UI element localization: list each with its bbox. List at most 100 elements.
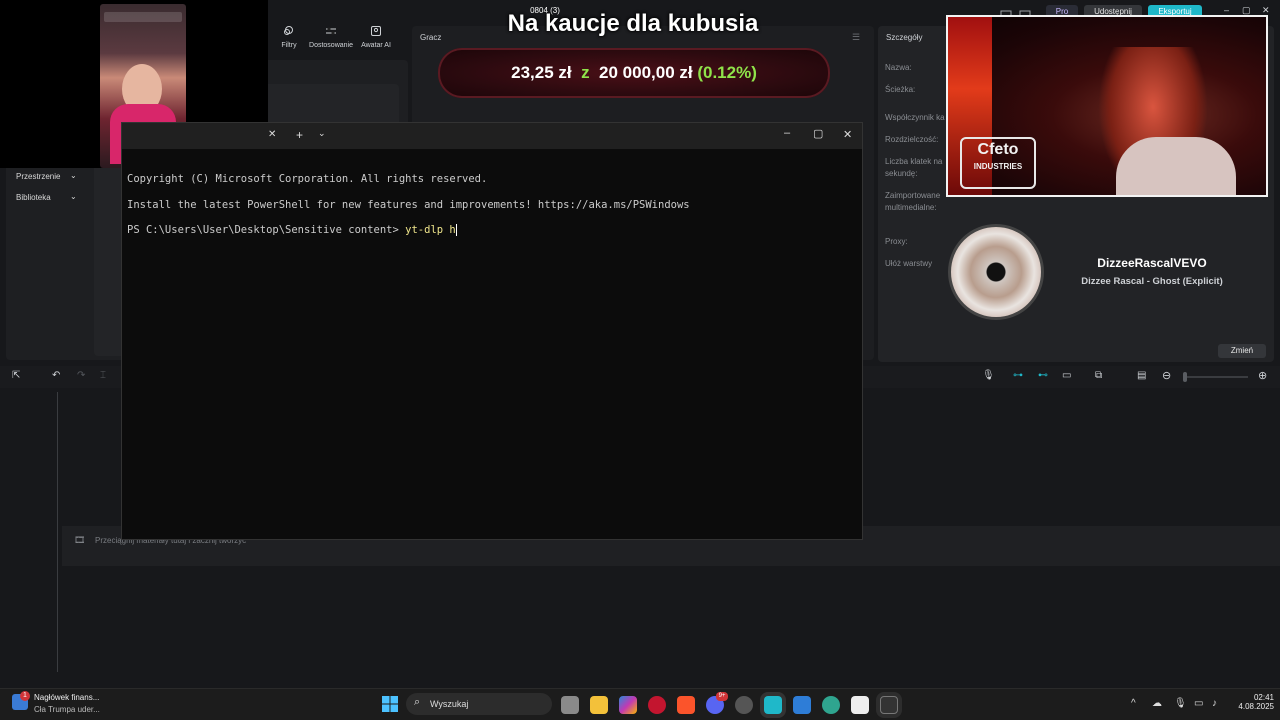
capcut-icon[interactable] (764, 696, 782, 714)
file-explorer-icon[interactable] (590, 696, 608, 714)
playhead[interactable] (57, 392, 58, 672)
zoom-slider[interactable] (1184, 376, 1248, 378)
adjust-tool[interactable]: Dostosowanie (308, 24, 354, 49)
player-title: Gracz (420, 33, 442, 42)
terminal-command[interactable]: yt-dlp h (405, 224, 456, 236)
sidebar-item-label: Biblioteka (16, 193, 51, 202)
terminal-line: Copyright (C) Microsoft Corporation. All… (127, 173, 488, 185)
select-tool-icon[interactable]: ⇱ (12, 370, 20, 381)
film-icon: 🎞 (74, 535, 86, 545)
details-title: Szczegóły (886, 33, 923, 42)
detail-label-layers: Ułóż warstwy (885, 259, 933, 268)
zoom-out-icon[interactable]: ⊖ (1162, 369, 1171, 382)
detail-label-proxy: Proxy: (885, 237, 908, 246)
sliders-icon (326, 27, 336, 35)
sidebar-item-spaces[interactable]: Przestrzenie ⌄ (10, 170, 82, 184)
text-cursor (455, 224, 457, 236)
clock[interactable]: 02:41 4.08.2025 (1230, 693, 1274, 711)
stream-goal-title: Na kaucje dla kubusia (507, 10, 759, 37)
start-windows-icon[interactable] (382, 696, 398, 712)
terminal-output[interactable]: Copyright (C) Microsoft Corporation. All… (127, 167, 690, 244)
avatar-tool[interactable]: Awatar AI (358, 24, 394, 49)
terminal-line: Install the latest PowerShell for new fe… (127, 198, 690, 211)
opera-icon[interactable] (648, 696, 666, 714)
clock-date: 4.08.2025 (1238, 702, 1274, 711)
logo-line2: INDUSTRIES (973, 162, 1023, 171)
search-box[interactable]: ⌕ Wyszukaj (406, 693, 552, 715)
webcam-logo: Cfeto INDUSTRIES (960, 137, 1036, 189)
taskbar (0, 688, 1280, 720)
detail-label-fps: Liczba klatek na sekundę: (885, 157, 943, 178)
filters-label: Filtry (281, 42, 297, 49)
preview-icon[interactable]: ▭ (1062, 370, 1071, 381)
link-icon[interactable]: ⊷ (1038, 370, 1048, 381)
detail-label-path: Ścieżka: (885, 85, 916, 94)
terminal-taskbar-icon[interactable] (880, 696, 898, 714)
microphone-icon[interactable]: 🎙 (982, 370, 995, 381)
zoom-slider-handle[interactable] (1183, 372, 1187, 382)
person-tshirt (1116, 137, 1236, 195)
chevron-down-icon: ⌄ (70, 171, 77, 180)
filters-icon (284, 26, 293, 35)
news-subtitle[interactable]: Cła Trumpa uder... (34, 705, 100, 714)
chevron-up-icon[interactable]: ^ (1131, 698, 1136, 709)
terminal-window[interactable]: ✕ + ⌄ – ▢ ✕ Copyright (C) Microsoft Corp… (121, 122, 863, 540)
minimize-icon[interactable]: – (1224, 5, 1229, 15)
minimize-icon[interactable]: – (784, 127, 790, 139)
task-view-icon[interactable] (561, 696, 579, 714)
close-icon[interactable]: ✕ (843, 128, 852, 141)
caption-icon[interactable]: ▤ (1137, 370, 1146, 381)
album-disc (948, 224, 1044, 320)
discord-icon[interactable]: 9+ (706, 692, 728, 714)
volume-icon[interactable]: ♪ (1212, 698, 1217, 709)
donation-goal: 20 000,00 zł (599, 63, 693, 82)
capcut-app-icon[interactable] (851, 696, 869, 714)
magnet-icon[interactable]: ⊶ (1013, 370, 1023, 381)
split-icon[interactable]: ⌶ (100, 370, 106, 381)
maximize-icon[interactable]: ▢ (813, 127, 823, 140)
new-tab-icon[interactable]: + (296, 128, 303, 142)
media-toolbar: Filtry Dostosowanie Awatar AI (268, 24, 408, 54)
news-badge: 1 (20, 691, 30, 701)
detail-label-name: Nazwa: (885, 63, 912, 72)
microphone-icon[interactable]: 🎙 (1174, 698, 1187, 709)
search-icon: ⌕ (414, 696, 421, 708)
adjust-label: Dostosowanie (309, 42, 353, 49)
donation-percent: (0.12%) (697, 63, 757, 82)
brave-icon[interactable] (677, 696, 695, 714)
sidebar-item-library[interactable]: Biblioteka ⌄ (10, 191, 82, 205)
terminal-prompt-line[interactable]: PS C:\Users\User\Desktop\Sensitive conte… (127, 218, 690, 244)
tab-dropdown-icon[interactable]: ⌄ (318, 128, 326, 139)
detail-label-resolution: Rozdzielczość: (885, 135, 939, 144)
redo-icon[interactable]: ↷ (77, 370, 85, 381)
terminal-prompt: PS C:\Users\User\Desktop\Sensitive conte… (127, 224, 406, 236)
change-button[interactable]: Zmień (1218, 344, 1266, 358)
track-title: Dizzee Rascal - Ghost (Explicit) (1081, 276, 1223, 287)
zoom-in-icon[interactable]: ⊕ (1258, 369, 1267, 382)
onedrive-icon[interactable]: ☁ (1152, 698, 1162, 709)
avatar-label: Awatar AI (361, 42, 391, 49)
copilot-icon[interactable] (619, 696, 637, 714)
news-title[interactable]: Nagłówek finans... (34, 693, 99, 702)
avatar-icon (371, 26, 381, 36)
obs-icon[interactable] (735, 696, 753, 714)
filters-tool[interactable]: Filtry (278, 24, 300, 49)
menu-icon[interactable]: ☰ (852, 32, 860, 43)
tab-close-icon[interactable]: ✕ (268, 129, 276, 140)
chevron-down-icon: ⌄ (70, 192, 77, 201)
paint-icon[interactable] (793, 696, 811, 714)
detail-label-aspect: Współczynnik ka (885, 113, 945, 122)
display-icon[interactable]: ▭ (1194, 698, 1203, 709)
news-widget-icon[interactable]: 1 (12, 691, 30, 710)
donation-separator: z (581, 63, 590, 82)
snap-icon[interactable]: ⧉ (1095, 370, 1102, 381)
donation-goal-bar: 23,25 zł z 20 000,00 zł (0.12%) (438, 48, 830, 98)
logo-line1: Cfeto (977, 141, 1019, 158)
discord-badge: 9+ (716, 692, 728, 701)
phone-header (104, 12, 182, 22)
terminal-titlebar[interactable]: ✕ + ⌄ – ▢ ✕ (122, 123, 862, 149)
track-artist: DizzeeRascalVEVO (1097, 256, 1207, 270)
edge-icon[interactable] (822, 696, 840, 714)
undo-icon[interactable]: ↶ (52, 370, 60, 381)
clock-time: 02:41 (1253, 693, 1274, 702)
